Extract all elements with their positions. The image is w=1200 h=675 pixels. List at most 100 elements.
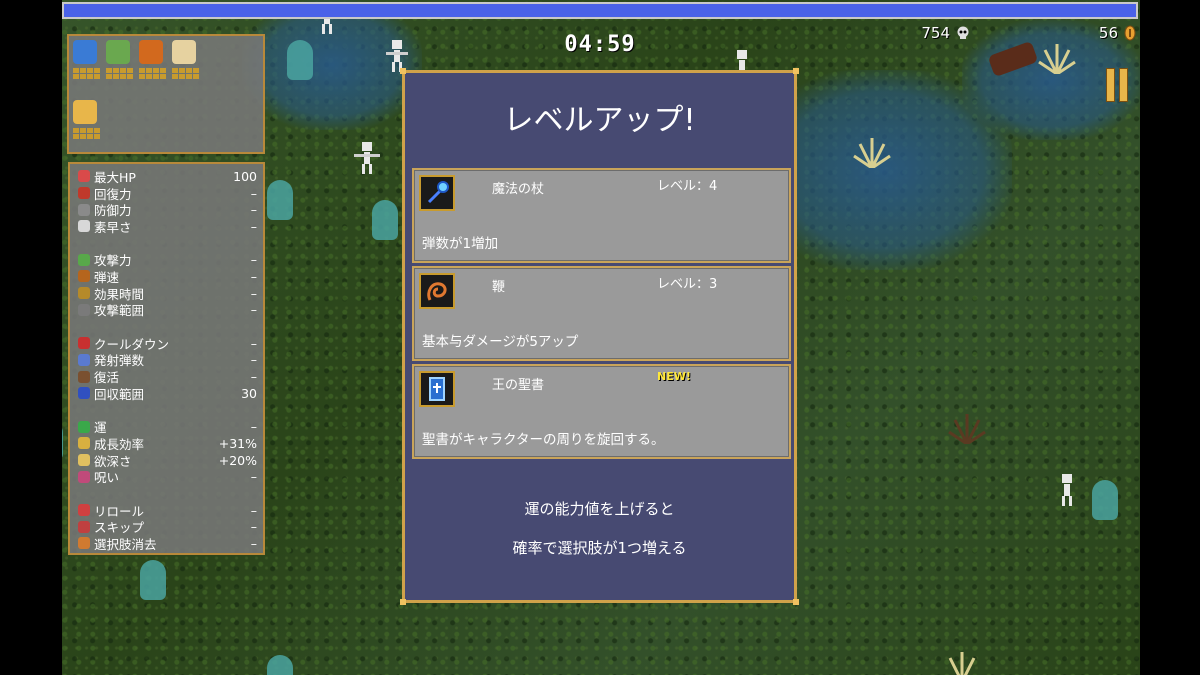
stat-label: 呪い: [94, 470, 120, 486]
weapon-level-pips: [139, 68, 169, 79]
stat-row: 防御力 –: [78, 201, 257, 218]
weapon-slot: [172, 40, 202, 79]
plant-decoration: [948, 414, 986, 444]
level-pip: [80, 68, 86, 73]
pause-bar-left: [1106, 68, 1115, 102]
pause-bar-right: [1119, 68, 1128, 102]
banish-icon: [78, 537, 90, 550]
character-stats-panel: 最大HP 100 回復力 – 防御力 – 素早さ – 攻撃力 – 弾速 – 効果時間 – 攻撃範囲 – クールダ…: [68, 162, 265, 555]
level-pip: [139, 74, 145, 79]
weapon-level-pips: [73, 128, 103, 139]
ghost-enemy: [372, 200, 398, 240]
option-name: 魔法の杖: [492, 182, 545, 197]
reroll-icon: [78, 504, 90, 517]
ghost-enemy: [267, 655, 293, 675]
frame-corner: [400, 599, 406, 605]
stat-value: –: [250, 185, 257, 201]
magic-wand-icon: [73, 40, 97, 64]
stat-group-spacer: [78, 235, 257, 252]
stat-row: 呪い –: [78, 468, 257, 485]
stat-row: 最大HP 100: [78, 168, 257, 185]
weapon-inventory: [67, 34, 265, 154]
level-pip: [87, 134, 93, 139]
weapon-slot: [139, 40, 169, 79]
level-pip: [73, 128, 79, 133]
level-pip: [172, 74, 178, 79]
level-pip: [186, 68, 192, 73]
stat-value: 100: [233, 168, 257, 184]
level-pip: [80, 134, 86, 139]
kill-count: 754: [921, 24, 950, 42]
garlic-icon: [172, 40, 196, 64]
whip-icon: [139, 40, 163, 64]
upgrade-option-king-bible[interactable]: 王の聖書 NEW! 聖書がキャラクターの周りを旋回する。: [412, 364, 791, 459]
level-pip: [193, 68, 199, 73]
stat-value: –: [250, 335, 257, 351]
recovery-icon: [78, 187, 90, 200]
level-pip: [80, 74, 86, 79]
stat-group-spacer: [78, 485, 257, 502]
stat-label: 選択肢消去: [94, 536, 157, 552]
stat-label: 素早さ: [94, 219, 132, 235]
plant-decoration: [853, 138, 891, 168]
weapon-level-pips: [172, 68, 202, 79]
level-pip: [153, 68, 159, 73]
gold-count: 56: [1098, 24, 1118, 42]
stat-row: 成長効率 +31%: [78, 435, 257, 452]
skull-icon: [957, 26, 969, 39]
new-badge: NEW!: [657, 370, 691, 383]
stat-label: 攻撃範囲: [94, 303, 145, 319]
pause-button[interactable]: [1106, 68, 1128, 102]
stat-value: –: [250, 218, 257, 234]
revival-icon: [78, 370, 90, 383]
experience-bar: [62, 2, 1138, 19]
clover-icon: [78, 420, 90, 433]
king-bible-icon: [419, 371, 455, 407]
stat-row: スキップ –: [78, 518, 257, 535]
stat-value: –: [250, 352, 257, 368]
level-pip: [179, 74, 185, 79]
weapon-level-pips: [73, 68, 103, 79]
weapon-slot: [106, 40, 136, 79]
stat-value: +31%: [218, 435, 257, 451]
stat-row: 効果時間 –: [78, 285, 257, 302]
ghost-enemy: [287, 40, 313, 80]
duration-icon: [78, 287, 90, 300]
kill-counter: 754: [921, 24, 970, 42]
armor-icon: [78, 203, 90, 216]
frame-corner: [793, 599, 799, 605]
upgrade-option-magic-wand[interactable]: 魔法の杖 レベル：4 弾数が1増加: [412, 168, 791, 263]
level-pip: [94, 134, 100, 139]
level-pip: [127, 74, 133, 79]
level-pip: [73, 68, 79, 73]
stat-row: 攻撃範囲 –: [78, 302, 257, 319]
level-pip: [160, 68, 166, 73]
level-pip: [113, 68, 119, 73]
skeleton-enemy: [354, 142, 380, 174]
skeleton-enemy: [1062, 474, 1072, 506]
magnet-icon: [78, 387, 90, 400]
level-pip: [94, 68, 100, 73]
upgrade-option-whip[interactable]: 鞭 レベル：3 基本与ダメージが5アップ: [412, 266, 791, 361]
level-pip: [120, 74, 126, 79]
level-pip: [193, 74, 199, 79]
stat-value: –: [250, 535, 257, 551]
stat-row: 運 –: [78, 418, 257, 435]
option-description: 弾数が1増加: [422, 236, 499, 252]
stat-row: 欲深さ +20%: [78, 452, 257, 469]
speed-icon: [78, 270, 90, 283]
cooldown-icon: [78, 337, 90, 350]
level-pip: [80, 128, 86, 133]
option-description: 基本与ダメージが5アップ: [422, 334, 579, 350]
growth-icon: [78, 437, 90, 450]
stat-group-spacer: [78, 318, 257, 335]
stat-row: 回復力 –: [78, 185, 257, 202]
stat-value: –: [250, 252, 257, 268]
level-pip: [106, 74, 112, 79]
level-pip: [120, 68, 126, 73]
stat-row: 回収範囲 30: [78, 385, 257, 402]
option-description: 聖書がキャラクターの周りを旋回する。: [422, 432, 665, 448]
plant-decoration: [1038, 44, 1076, 74]
level-pip: [179, 68, 185, 73]
ghost-enemy: [62, 420, 63, 460]
